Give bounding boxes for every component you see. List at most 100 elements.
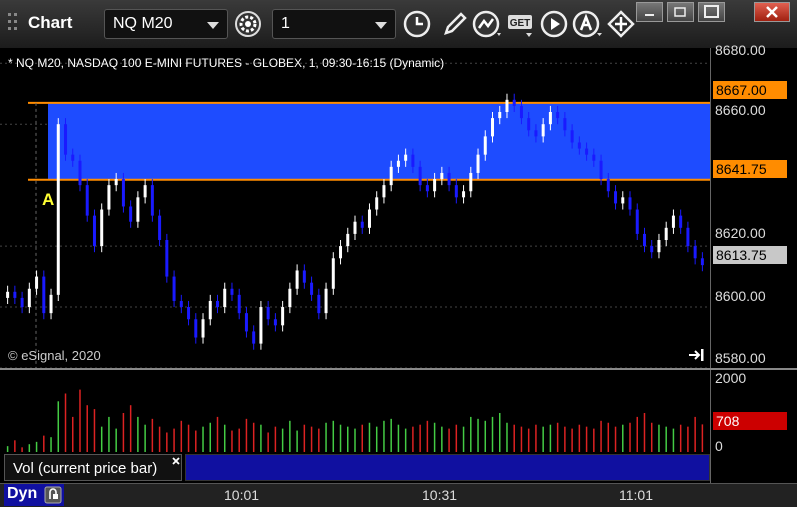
alert-icon[interactable] (572, 9, 602, 39)
candle-body (324, 288, 328, 314)
price-tick: 8580.00 (715, 350, 766, 366)
candle-body (389, 166, 393, 186)
candle-body (165, 240, 169, 277)
annotation-marker[interactable]: A (42, 190, 54, 210)
minimize-window-icon[interactable] (636, 2, 663, 22)
candle-body (64, 124, 68, 155)
volume-chart[interactable] (0, 370, 710, 452)
candle-body (375, 197, 379, 210)
study-bar (185, 454, 710, 481)
candle-body (339, 246, 343, 259)
candle-body (13, 291, 17, 298)
price-chart[interactable] (0, 48, 710, 368)
candle-body (35, 276, 39, 289)
candle-body (310, 282, 314, 295)
candle-body (6, 291, 10, 298)
candle-body (700, 258, 704, 266)
play-icon[interactable] (539, 9, 569, 39)
interval-combo[interactable]: 1 (272, 9, 396, 39)
candle-body (129, 206, 133, 222)
candle-body (71, 154, 75, 161)
candle-body (215, 300, 219, 308)
price-tick: 8600.00 (715, 288, 766, 304)
candle-body (42, 276, 46, 314)
chevron-down-icon[interactable] (207, 22, 219, 29)
time-label: 10:31 (422, 487, 458, 503)
dynamic-button[interactable]: Dyn (4, 484, 64, 506)
pencil-draw-icon[interactable] (440, 9, 470, 39)
symbol-combo[interactable]: NQ M20 (104, 9, 228, 39)
interval-value[interactable]: 1 (281, 15, 290, 33)
candle-body (85, 185, 89, 216)
candle-body (606, 179, 610, 192)
candle-body (650, 246, 654, 253)
candle-body (78, 160, 82, 186)
study-lines-icon[interactable] (472, 9, 502, 39)
get-icon[interactable]: GET (506, 9, 536, 39)
candle-body (541, 124, 545, 137)
settings-gear-icon[interactable] (233, 9, 263, 39)
candle-body (281, 307, 285, 326)
candle-body (469, 172, 473, 192)
candle-body (172, 276, 176, 301)
scroll-to-end-icon[interactable] (688, 348, 706, 362)
price-axis[interactable]: 8680.00 8660.00 8620.00 8600.00 8580.00 … (710, 42, 797, 368)
candle-body (187, 307, 191, 320)
candle-body (179, 300, 183, 308)
candle-body (49, 294, 53, 314)
candle-body (346, 233, 350, 247)
candle-body (136, 197, 140, 222)
candle-body (302, 270, 306, 283)
candle-body (194, 319, 198, 338)
candle-body (621, 197, 625, 204)
candle-body (570, 130, 574, 143)
candle-body (237, 294, 241, 314)
chevron-down-icon[interactable] (375, 22, 387, 29)
candle-body (353, 221, 357, 234)
candle-body (671, 215, 675, 228)
candle-body (642, 233, 646, 247)
close-icon[interactable] (754, 2, 790, 22)
candle-body (92, 215, 96, 247)
time-axis[interactable] (0, 483, 797, 507)
candle-body (331, 258, 335, 289)
get-label[interactable]: GET (510, 18, 531, 29)
candle-body (288, 288, 292, 308)
candle-body (498, 112, 502, 119)
study-label[interactable]: Vol (current price bar) (4, 454, 182, 481)
last-price-label: 8613.75 (713, 246, 787, 264)
restore-window-icon[interactable] (667, 2, 694, 22)
candle-body (635, 209, 639, 234)
candle-body (367, 209, 371, 228)
maximize-window-icon[interactable] (698, 2, 725, 22)
symbol-value[interactable]: NQ M20 (113, 15, 173, 33)
title-bar: Chart NQ M20 1 GET (0, 0, 797, 48)
candle-body (527, 118, 531, 131)
upper-line-price-label: 8667.00 (713, 81, 787, 99)
candle-body (512, 99, 516, 106)
clock-icon[interactable] (402, 9, 432, 39)
lower-line-price-label: 8641.75 (713, 160, 787, 178)
candle-body (317, 294, 321, 314)
candle-body (548, 112, 552, 125)
candle-body (295, 270, 299, 289)
candle-body (143, 185, 147, 198)
drag-grip-icon[interactable] (6, 11, 20, 33)
candle-body (447, 172, 451, 186)
window-title: Chart (28, 13, 73, 32)
last-volume-label: 708 (713, 412, 787, 430)
candle-body (657, 240, 661, 253)
diamond-arrows-icon[interactable] (606, 9, 636, 39)
close-study-icon[interactable] (171, 456, 181, 466)
candle-body (100, 209, 104, 247)
volume-axis[interactable]: 2000 708 0 (710, 370, 797, 483)
volume-tick: 0 (715, 438, 723, 454)
candle-body (476, 154, 480, 173)
candle-body (679, 215, 683, 228)
time-label: 11:01 (619, 487, 653, 503)
link-icon[interactable] (44, 486, 62, 504)
candle-body (693, 246, 697, 259)
candle-body (411, 154, 415, 167)
candle-body (56, 124, 60, 295)
candle-body (454, 185, 458, 198)
